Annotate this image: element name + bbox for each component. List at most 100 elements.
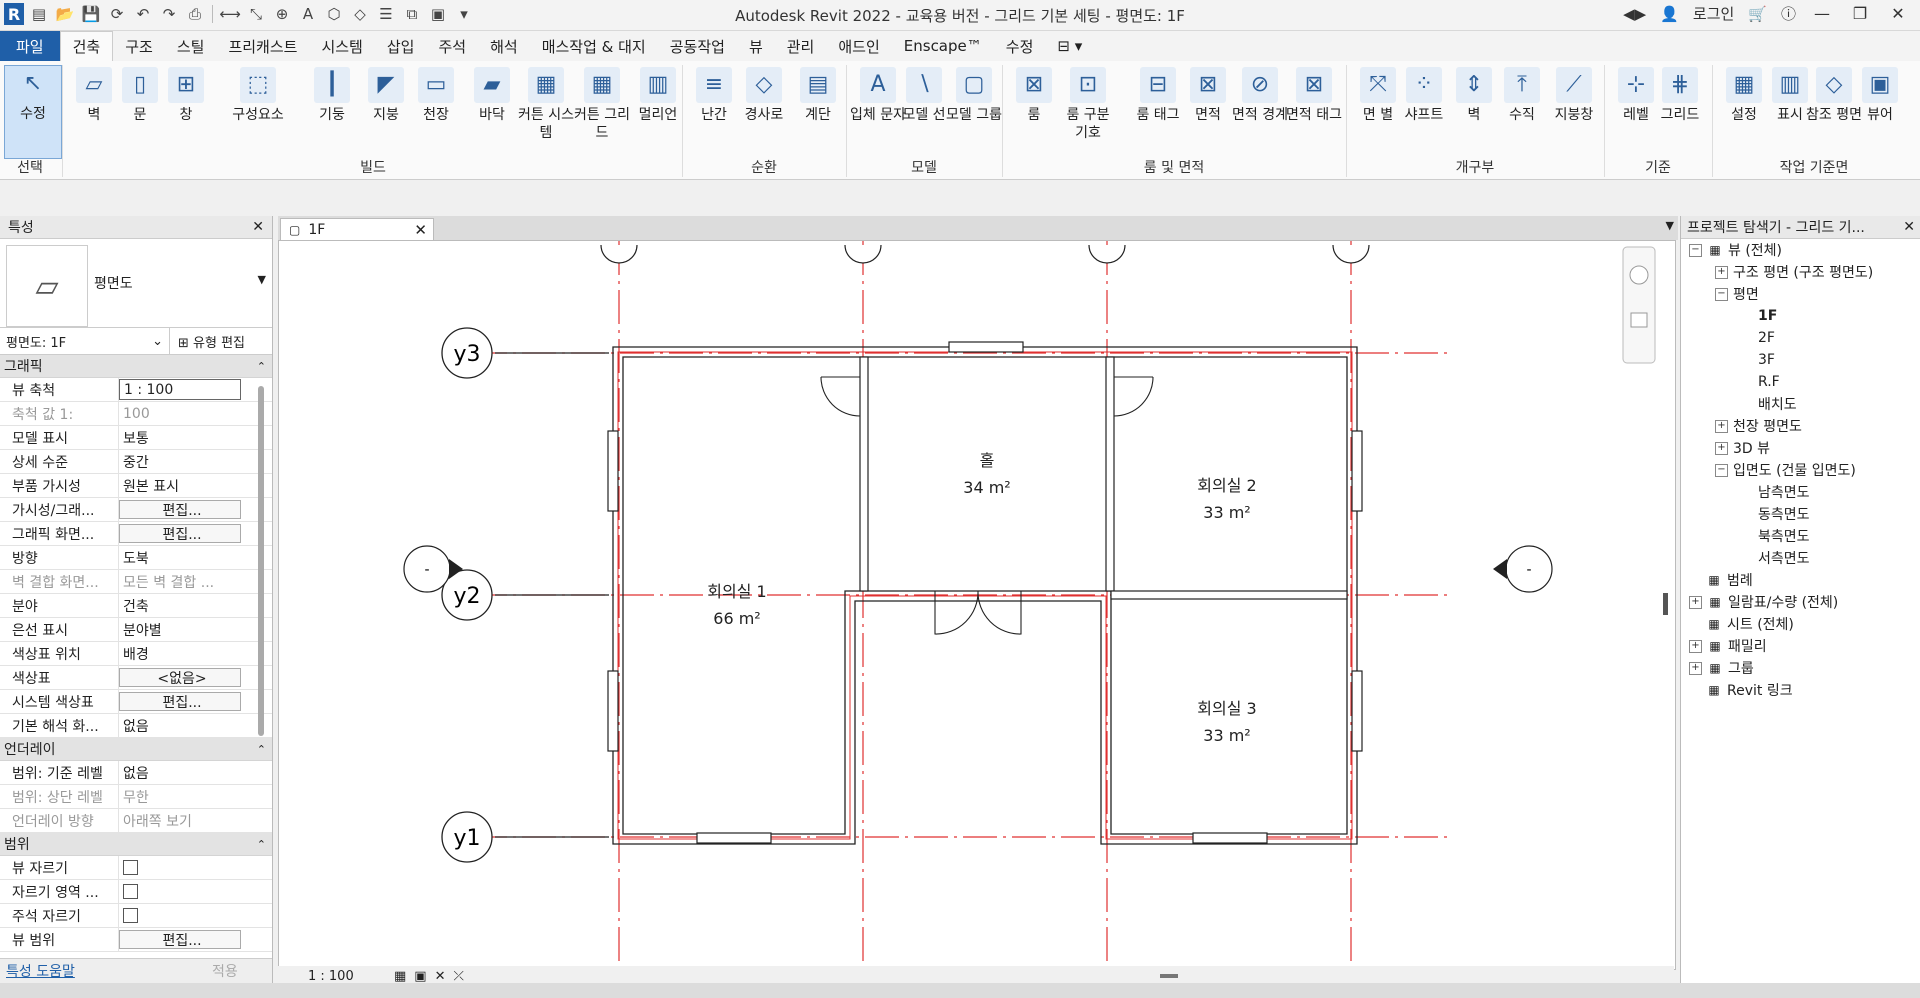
tag-icon[interactable]: ⊕ bbox=[271, 3, 293, 25]
property-value[interactable]: 편집... bbox=[119, 524, 241, 543]
visual-style-icon[interactable]: ▣ bbox=[414, 969, 426, 984]
edit-type-button[interactable]: ⊞ 유형 편집 bbox=[170, 332, 245, 351]
browser-item[interactable]: 1F bbox=[1681, 305, 1920, 327]
property-value[interactable]: 도북 bbox=[119, 546, 239, 569]
sun-path-icon[interactable]: ✕ bbox=[435, 969, 446, 984]
help-icon[interactable]: ⓘ bbox=[1781, 3, 1796, 24]
property-value[interactable]: 100 bbox=[119, 402, 239, 425]
window-south[interactable] bbox=[1192, 832, 1268, 844]
detail-level-icon[interactable]: ▦ bbox=[394, 969, 406, 984]
property-value[interactable]: 편집... bbox=[119, 500, 241, 519]
browser-item[interactable]: + ▦ 일람표/수량 (전체) bbox=[1681, 591, 1920, 613]
canvas-scroll-handle[interactable] bbox=[1663, 593, 1668, 615]
user-icon[interactable]: 👤 bbox=[1660, 5, 1679, 23]
save-icon[interactable]: 💾 bbox=[80, 3, 102, 25]
collapse-icon[interactable]: − bbox=[1689, 243, 1702, 257]
open-icon[interactable]: 📂 bbox=[54, 3, 76, 25]
checkbox[interactable] bbox=[123, 908, 138, 923]
property-value[interactable]: 원본 표시 bbox=[119, 474, 239, 497]
property-value[interactable]: 편집... bbox=[119, 692, 241, 711]
collapse-icon[interactable]: − bbox=[1715, 463, 1728, 477]
room-name[interactable]: 홀 bbox=[980, 451, 995, 470]
property-value[interactable]: 아래쪽 보기 bbox=[119, 809, 239, 832]
build-button-2[interactable]: ⊞ 창 bbox=[158, 67, 214, 124]
tab-7[interactable]: 주석 bbox=[426, 31, 478, 61]
tab-15[interactable]: 수정 bbox=[994, 31, 1046, 61]
zoom-icon[interactable] bbox=[1630, 312, 1648, 328]
expand-icon[interactable]: + bbox=[1715, 419, 1728, 433]
property-value[interactable]: 편집... bbox=[119, 930, 241, 949]
build-button-8[interactable]: ▦ 커튼 시스템 bbox=[518, 67, 574, 142]
room-button-1[interactable]: ⊡ 룸 구분 기호 bbox=[1060, 67, 1116, 142]
print-icon[interactable]: ⎙ bbox=[184, 3, 206, 25]
collapse-icon[interactable]: ⌃ bbox=[257, 838, 266, 851]
browser-item[interactable]: − 입면도 (건물 입면도) bbox=[1681, 459, 1920, 481]
build-button-9[interactable]: ▦ 커튼 그리드 bbox=[574, 67, 630, 142]
door-hall-east[interactable] bbox=[1113, 376, 1154, 417]
circulation-button-1[interactable]: ◇ 경사로 bbox=[736, 67, 792, 124]
browser-item[interactable]: 3F bbox=[1681, 349, 1920, 371]
search-arrow-icon[interactable]: ◀▶ bbox=[1623, 5, 1646, 23]
undo-icon[interactable]: ↶ bbox=[132, 3, 154, 25]
property-value[interactable]: 배경 bbox=[119, 642, 239, 665]
build-button-7[interactable]: ▰ 바닥 bbox=[464, 67, 520, 124]
grid-bubble-top[interactable] bbox=[1088, 244, 1126, 264]
login-button[interactable]: 로그인 bbox=[1693, 3, 1734, 24]
build-button-5[interactable]: ◤ 지붕 bbox=[358, 67, 414, 124]
grid-bubble-top[interactable] bbox=[1332, 244, 1370, 264]
close-hidden-icon[interactable]: ⧉ bbox=[401, 3, 423, 25]
browser-item[interactable]: 배치도 bbox=[1681, 393, 1920, 415]
shadows-icon[interactable]: ⤫ bbox=[454, 969, 464, 984]
extents-category[interactable]: 범위 ⌃ bbox=[0, 833, 272, 856]
build-button-10[interactable]: ▥ 멀리언 bbox=[630, 67, 686, 124]
tab-0[interactable]: 파일 bbox=[0, 31, 60, 61]
minimize-ribbon-icon[interactable]: ⊟ ▾ bbox=[1045, 31, 1094, 61]
property-value[interactable]: 분야별 bbox=[119, 618, 239, 641]
text-icon[interactable]: A bbox=[297, 3, 319, 25]
browser-item[interactable]: ▦ Revit 링크 bbox=[1681, 679, 1920, 701]
opening-button-4[interactable]: ⟋ 지붕창 bbox=[1546, 67, 1602, 124]
build-button-4[interactable]: ┃ 기둥 bbox=[304, 67, 360, 124]
collapse-icon[interactable]: ⌃ bbox=[257, 743, 266, 756]
property-value[interactable]: 모든 벽 결합 ... bbox=[119, 570, 239, 593]
close-icon[interactable]: ✕ bbox=[414, 221, 427, 239]
tab-10[interactable]: 공동작업 bbox=[658, 31, 737, 61]
build-button-6[interactable]: ▭ 천장 bbox=[408, 67, 464, 124]
thin-lines-icon[interactable]: ☰ bbox=[375, 3, 397, 25]
sync-icon[interactable]: ⟳ bbox=[106, 3, 128, 25]
browser-item[interactable]: + 천장 평면도 bbox=[1681, 415, 1920, 437]
elevation-marker-east[interactable]: - bbox=[1493, 545, 1553, 593]
checkbox[interactable] bbox=[123, 884, 138, 899]
expand-icon[interactable]: + bbox=[1689, 595, 1702, 609]
room-button-3[interactable]: ⊠ 면적 bbox=[1180, 67, 1236, 124]
view-scale[interactable]: 1 : 100 bbox=[278, 969, 388, 984]
underlay-category[interactable]: 언더레이 ⌃ bbox=[0, 738, 272, 761]
room-button-5[interactable]: ⊠ 면적 태그 bbox=[1286, 67, 1342, 124]
tab-2[interactable]: 구조 bbox=[113, 31, 165, 61]
expand-icon[interactable]: + bbox=[1689, 661, 1702, 675]
browser-item[interactable]: 2F bbox=[1681, 327, 1920, 349]
model-button-2[interactable]: ▢ 모델 그룹 bbox=[946, 67, 1002, 124]
close-icon[interactable]: ✕ bbox=[252, 219, 264, 235]
room-name[interactable]: 회의실 2 bbox=[1197, 476, 1256, 495]
property-value[interactable]: 1 : 100 bbox=[119, 379, 241, 400]
room-name[interactable]: 회의실 1 bbox=[707, 582, 766, 601]
section-icon[interactable]: ◇ bbox=[349, 3, 371, 25]
door-entrance[interactable] bbox=[934, 590, 1022, 635]
3d-view-icon[interactable]: ⬡ bbox=[323, 3, 345, 25]
horizontal-scroll-handle[interactable] bbox=[1160, 974, 1178, 978]
property-value[interactable]: 중간 bbox=[119, 450, 239, 473]
collapse-icon[interactable]: − bbox=[1715, 287, 1728, 301]
grid-bubble-top[interactable] bbox=[844, 244, 882, 264]
room-name[interactable]: 회의실 3 bbox=[1197, 699, 1256, 718]
expand-icon[interactable]: + bbox=[1689, 639, 1702, 653]
tab-1[interactable]: 건축 bbox=[59, 31, 114, 61]
workplane-button-3[interactable]: ▣ 뷰어 bbox=[1852, 67, 1908, 124]
window-west[interactable] bbox=[607, 430, 619, 512]
datum-button-1[interactable]: ⋕ 그리드 bbox=[1652, 67, 1708, 124]
cart-icon[interactable]: 🛒 bbox=[1748, 5, 1767, 23]
close-icon[interactable]: ✕ bbox=[1903, 219, 1915, 235]
property-value[interactable]: 무한 bbox=[119, 785, 239, 808]
tab-14[interactable]: Enscape™ bbox=[892, 31, 994, 61]
circulation-button-0[interactable]: ≡ 난간 bbox=[686, 67, 742, 124]
